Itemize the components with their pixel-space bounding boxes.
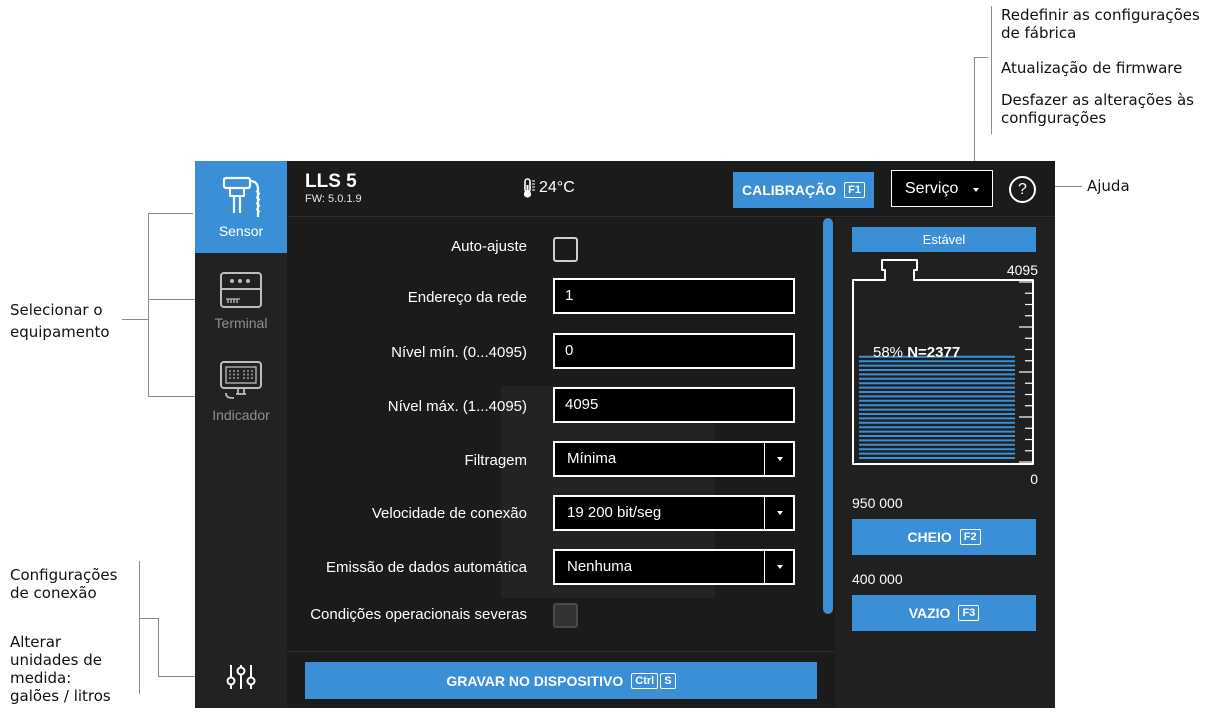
tank-level-value: N=2377 xyxy=(907,344,961,361)
sliders-icon xyxy=(226,665,256,689)
sidebar-item-label: Terminal xyxy=(214,315,268,331)
max-level-label: Nível máx. (1...4095) xyxy=(387,398,527,415)
shortcut-key-f1: F1 xyxy=(844,182,865,198)
connector-line xyxy=(122,319,148,320)
connection-speed-select[interactable]: 19 200 bit/seg xyxy=(553,495,795,531)
annotation-select-equipment: Selecionar o equipamento xyxy=(10,301,110,341)
severe-conditions-checkbox[interactable] xyxy=(553,603,578,628)
bottom-bar: GRAVAR NO DISPOSITIVO Ctrl S xyxy=(287,651,835,708)
sidebar: Sensor Terminal Indicador xyxy=(195,161,287,708)
tank-min-value: 0 xyxy=(1030,471,1038,487)
full-button[interactable]: CHEIO F2 xyxy=(852,519,1036,555)
annotation-factory-reset: Redefinir as configurações de fábrica xyxy=(1001,6,1200,42)
severe-conditions-label: Condições operacionais severas xyxy=(310,606,527,623)
shortcut-key-s: S xyxy=(660,672,676,689)
sidebar-item-terminal[interactable]: Terminal xyxy=(195,253,287,345)
firmware-version: FW: 5.0.1.9 xyxy=(305,193,362,205)
network-address-input[interactable]: 1 xyxy=(553,278,795,314)
app-window: Sensor Terminal Indicador LLS 5 FW: 5.0.… xyxy=(195,161,1055,708)
auto-output-label: Emissão de dados automática xyxy=(326,559,527,576)
sidebar-item-label: Sensor xyxy=(218,223,264,239)
tank-gauge xyxy=(852,259,1034,465)
auto-adjust-checkbox[interactable] xyxy=(553,237,578,262)
sensor-icon xyxy=(222,176,261,217)
sensor-settings-form: Auto-ajuste Endereço da rede 1 Nível mín… xyxy=(287,218,823,650)
connector-line xyxy=(139,618,159,619)
connection-settings-button[interactable] xyxy=(223,659,259,695)
temperature-readout: 24°C xyxy=(521,177,575,199)
connection-speed-label: Velocidade de conexão xyxy=(371,505,527,522)
write-to-device-button[interactable]: GRAVAR NO DISPOSITIVO Ctrl S xyxy=(305,662,817,699)
annotation-connection-settings: Configurações de conexão xyxy=(10,566,118,602)
thermometer-icon xyxy=(523,178,535,198)
tank-percent: 58% xyxy=(873,344,904,361)
empty-value: 400 000 xyxy=(852,571,903,587)
device-name: LLS 5 xyxy=(305,171,357,192)
sidebar-item-indicator[interactable]: Indicador xyxy=(195,345,287,437)
filter-label: Filtragem xyxy=(464,452,527,469)
connector-line xyxy=(974,57,975,174)
connector-line xyxy=(974,57,988,58)
annotation-firmware-update: Atualização de firmware xyxy=(1001,59,1183,77)
connector-line xyxy=(148,213,193,214)
max-level-input[interactable]: 4095 xyxy=(553,387,795,423)
shortcut-key-ctrl: Ctrl xyxy=(631,672,659,689)
terminal-icon xyxy=(220,272,262,308)
connector-line xyxy=(139,561,140,694)
caret-down-icon xyxy=(973,188,979,192)
calibration-button[interactable]: CALIBRAÇÃO F1 xyxy=(733,172,874,208)
annotation-change-units: Alterar unidades de medida: galões / lit… xyxy=(10,633,111,705)
caret-down-icon xyxy=(777,565,783,569)
full-value: 950 000 xyxy=(852,495,903,511)
help-button[interactable]: ? xyxy=(1009,176,1036,203)
indicator-icon xyxy=(220,361,262,399)
connector-line xyxy=(991,6,992,134)
shortcut-key-f3: F3 xyxy=(958,605,980,621)
connector-line xyxy=(148,213,149,397)
min-level-label: Nível mín. (0...4095) xyxy=(391,344,527,361)
sidebar-item-label: Indicador xyxy=(212,407,270,423)
annotation-help: Ajuda xyxy=(1087,177,1130,195)
form-scrollbar[interactable] xyxy=(823,218,833,614)
tank-panel: Estável 4095 58% N=2377 0 950 000 CHEIO … xyxy=(835,218,1055,708)
sidebar-item-sensor[interactable]: Sensor xyxy=(195,161,287,253)
caret-down-icon xyxy=(777,511,783,515)
caret-down-icon xyxy=(777,457,783,461)
empty-button[interactable]: VAZIO F3 xyxy=(852,595,1036,631)
tank-level-readout: 58% N=2377 xyxy=(873,344,960,361)
auto-output-select[interactable]: Nenhuma xyxy=(553,549,795,585)
temperature-value: 24°C xyxy=(539,179,575,196)
auto-adjust-label: Auto-ajuste xyxy=(451,238,527,255)
service-dropdown[interactable]: Serviço xyxy=(891,170,993,207)
shortcut-key-f2: F2 xyxy=(959,529,981,545)
filter-select[interactable]: Mínima xyxy=(553,441,795,477)
network-address-label: Endereço da rede xyxy=(407,289,527,306)
status-badge: Estável xyxy=(852,227,1036,252)
min-level-input[interactable]: 0 xyxy=(553,333,795,369)
connector-line xyxy=(158,618,159,676)
top-bar: LLS 5 FW: 5.0.1.9 24°C CALIBRAÇÃO F1 Ser… xyxy=(287,161,1055,217)
annotation-undo-changes: Desfazer as alterações às configurações xyxy=(1001,91,1194,127)
